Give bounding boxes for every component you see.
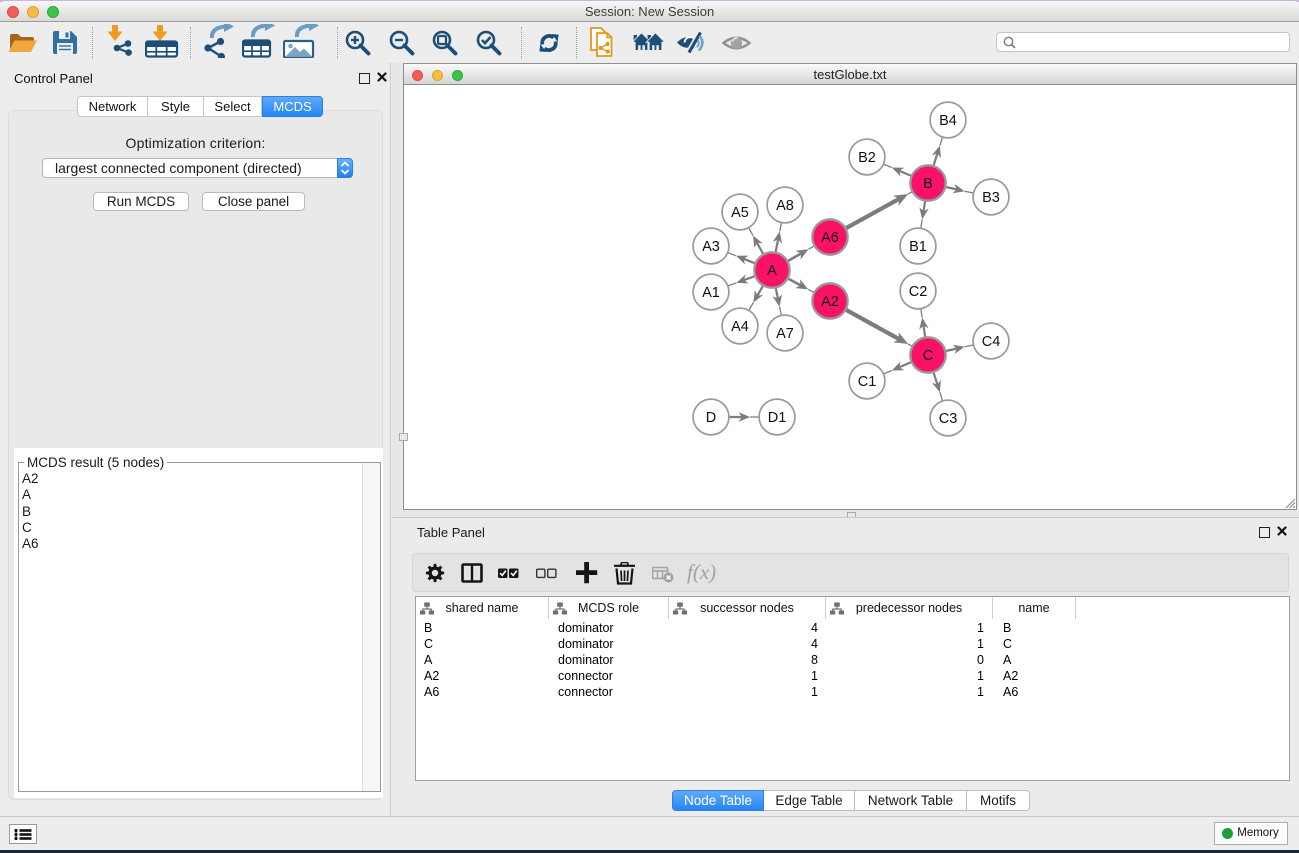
svg-text:A2: A2 [821,294,839,310]
svg-text:B2: B2 [858,150,876,166]
svg-text:A7: A7 [776,326,794,342]
svg-text:A1: A1 [702,285,720,301]
svg-text:A8: A8 [776,198,794,214]
svg-text:A5: A5 [731,205,749,221]
svg-text:B1: B1 [909,239,927,255]
svg-text:A3: A3 [702,239,720,255]
svg-text:B: B [923,176,933,192]
svg-text:B3: B3 [982,190,1000,206]
svg-text:D: D [706,410,716,426]
svg-text:A: A [767,263,777,279]
svg-text:C: C [923,348,933,364]
svg-text:D1: D1 [768,410,787,426]
svg-text:A4: A4 [731,319,749,335]
svg-text:C2: C2 [909,284,928,300]
svg-text:C1: C1 [858,374,877,390]
svg-text:B4: B4 [939,113,957,129]
svg-text:A6: A6 [821,230,839,246]
svg-text:C3: C3 [939,411,958,427]
svg-text:C4: C4 [982,334,1001,350]
